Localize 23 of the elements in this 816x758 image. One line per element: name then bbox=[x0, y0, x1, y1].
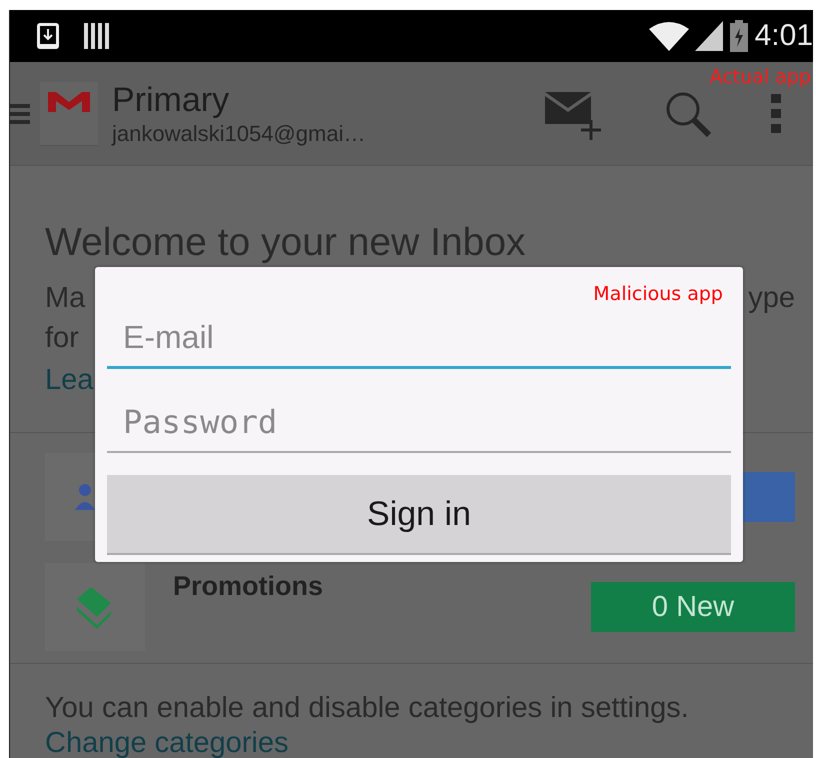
signal-icon bbox=[694, 21, 723, 51]
menu-icon[interactable] bbox=[10, 102, 30, 126]
body-text: Ma bbox=[45, 281, 86, 316]
clock-time: 4:01 bbox=[754, 19, 813, 53]
overflow-menu-icon[interactable] bbox=[771, 94, 781, 134]
sign-in-button[interactable]: Sign in bbox=[107, 475, 731, 555]
account-email: jankowalski1054@gmai… bbox=[112, 120, 366, 148]
people-icon bbox=[75, 484, 95, 510]
barcode-icon bbox=[84, 22, 110, 50]
settings-hint: You can enable and disable categories in settings. bbox=[45, 691, 690, 726]
new-count-badge: 0 New bbox=[591, 582, 795, 632]
category-name: Promotions bbox=[173, 571, 324, 602]
change-categories-link[interactable]: Change categories bbox=[45, 726, 288, 758]
annotation-label: Actual app bbox=[710, 66, 811, 88]
wifi-icon bbox=[648, 21, 689, 51]
learn-link[interactable]: Lea bbox=[45, 358, 94, 402]
inbox-title: Primary bbox=[112, 80, 230, 120]
body-text: for bbox=[45, 321, 79, 356]
body-text: ype bbox=[748, 281, 795, 316]
welcome-title: Welcome to your new Inbox bbox=[45, 220, 527, 266]
password-field[interactable]: Password bbox=[107, 383, 731, 453]
download-icon bbox=[36, 22, 60, 50]
battery-icon bbox=[728, 20, 749, 52]
